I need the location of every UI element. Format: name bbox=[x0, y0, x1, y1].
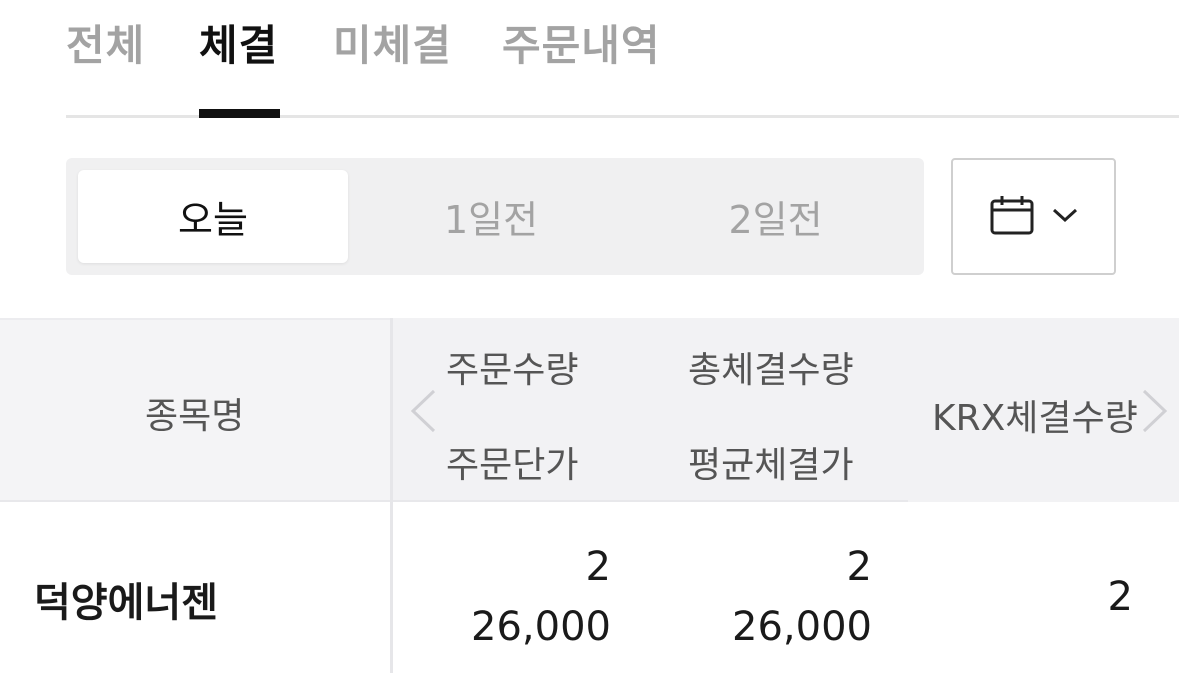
scroll-left-arrow[interactable] bbox=[408, 388, 438, 438]
calendar-icon bbox=[990, 195, 1034, 239]
header-krx-exec-qty: KRX체결수량 bbox=[932, 398, 1138, 439]
header-stock-name: 종목명 bbox=[145, 396, 245, 437]
calendar-dropdown-button[interactable] bbox=[951, 158, 1116, 275]
tab-executed[interactable]: 체결 bbox=[199, 12, 278, 73]
row-total-exec-qty: 2 bbox=[846, 544, 872, 590]
header-avg-exec-price: 평균체결가 bbox=[688, 445, 854, 486]
date-segment-control: 오늘 1일전 2일전 bbox=[66, 158, 924, 275]
header-order-qty: 주문수량 bbox=[446, 350, 579, 391]
segment-1-day-ago[interactable]: 1일전 bbox=[356, 170, 626, 263]
header-order-price: 주문단가 bbox=[446, 445, 579, 486]
row-krx-exec-qty: 2 bbox=[1107, 574, 1133, 620]
header-total-exec-qty: 총체결수량 bbox=[688, 350, 854, 391]
row-order-qty: 2 bbox=[585, 544, 611, 590]
segment-2-days-ago[interactable]: 2일전 bbox=[638, 170, 913, 263]
scroll-right-arrow[interactable] bbox=[1140, 388, 1170, 438]
tab-unexecuted[interactable]: 미체결 bbox=[333, 12, 452, 73]
row-stock-name: 덕양에너젠 bbox=[34, 580, 218, 626]
row-avg-exec-price: 26,000 bbox=[732, 604, 872, 650]
row-order-price: 26,000 bbox=[471, 604, 611, 650]
active-tab-indicator bbox=[199, 109, 280, 118]
screen: 전체 체결 미체결 주문내역 오늘 1일전 2일전 종목명 주문수량 주문단가 … bbox=[0, 0, 1179, 673]
tab-order-history[interactable]: 주문내역 bbox=[502, 12, 661, 73]
column-divider bbox=[390, 318, 393, 673]
tab-bar: 전체 체결 미체결 주문내역 bbox=[66, 0, 1179, 118]
tab-all[interactable]: 전체 bbox=[66, 12, 145, 73]
chevron-down-icon bbox=[1052, 207, 1078, 227]
segment-today[interactable]: 오늘 bbox=[78, 170, 348, 263]
